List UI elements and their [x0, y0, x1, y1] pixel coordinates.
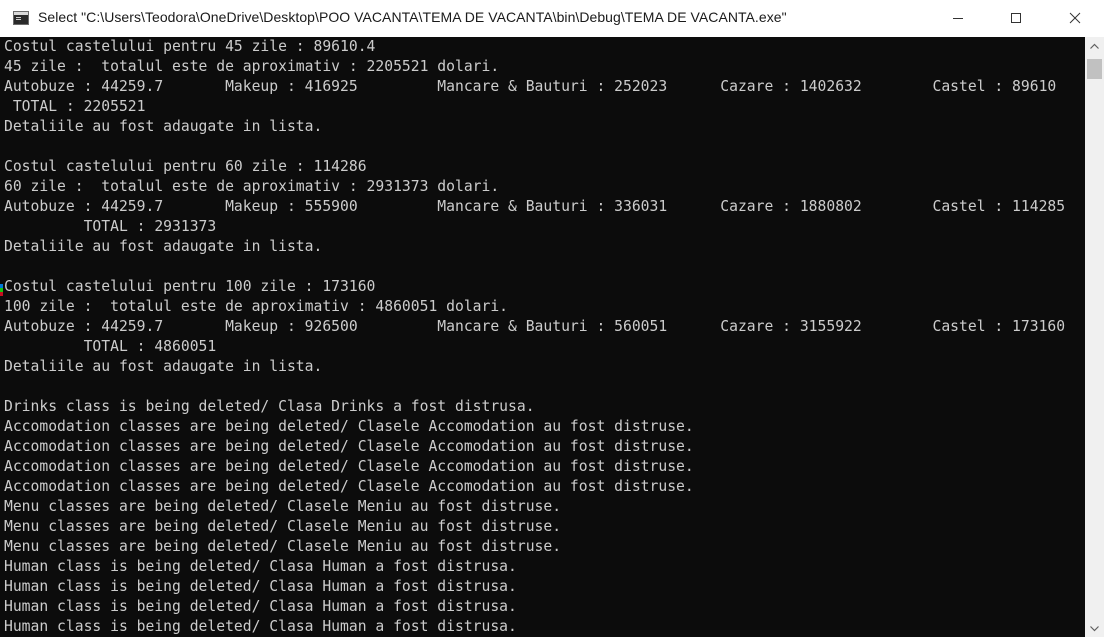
console-line: Accomodation classes are being deleted/ …	[4, 438, 694, 455]
console-line: TOTAL : 4860051	[4, 338, 217, 355]
maximize-icon	[1011, 13, 1021, 23]
close-button[interactable]	[1046, 0, 1104, 36]
console-line: Costul castelului pentru 45 zile : 89610…	[4, 38, 376, 55]
chevron-down-icon	[1090, 625, 1099, 631]
console-line: Accomodation classes are being deleted/ …	[4, 418, 694, 435]
console-window: Select "C:\Users\Teodora\OneDrive\Deskto…	[0, 0, 1104, 637]
console-line: Detaliile au fost adaugate in lista.	[4, 238, 323, 255]
console-line: 60 zile : totalul este de aproximativ : …	[4, 178, 500, 195]
console-line: Menu classes are being deleted/ Clasele …	[4, 538, 562, 555]
title-bar[interactable]: Select "C:\Users\Teodora\OneDrive\Deskto…	[0, 0, 1104, 37]
scroll-up-button[interactable]	[1085, 37, 1104, 54]
console-line: 100 zile : totalul este de aproximativ :…	[4, 298, 509, 315]
console-line: Detaliile au fost adaugate in lista.	[4, 118, 323, 135]
console-line: Accomodation classes are being deleted/ …	[4, 478, 694, 495]
vertical-scrollbar[interactable]	[1085, 37, 1104, 637]
console-line: Menu classes are being deleted/ Clasele …	[4, 498, 562, 515]
maximize-button[interactable]	[987, 0, 1045, 36]
console-line: Detaliile au fost adaugate in lista.	[4, 358, 323, 375]
console-line: Menu classes are being deleted/ Clasele …	[4, 518, 562, 535]
console-line: TOTAL : 2205521	[4, 98, 146, 115]
window-title: Select "C:\Users\Teodora\OneDrive\Deskto…	[38, 9, 787, 25]
console-line: TOTAL : 2931373	[4, 218, 217, 235]
selection-marks	[0, 284, 3, 296]
console-app-icon[interactable]	[13, 11, 29, 25]
chevron-up-icon	[1090, 43, 1099, 49]
close-icon	[1069, 12, 1081, 24]
console-line: Drinks class is being deleted/ Clasa Dri…	[4, 398, 535, 415]
console-line: Costul castelului pentru 60 zile : 11428…	[4, 158, 367, 175]
console-line: Costul castelului pentru 100 zile : 1731…	[4, 278, 376, 295]
console-line: Autobuze : 44259.7 Makeup : 416925 Manca…	[4, 78, 1057, 95]
console-line: Autobuze : 44259.7 Makeup : 926500 Manca…	[4, 318, 1066, 335]
console-line: Human class is being deleted/ Clasa Huma…	[4, 618, 517, 635]
console-text: Costul castelului pentru 45 zile : 89610…	[4, 37, 1065, 637]
minimize-button[interactable]	[929, 0, 987, 36]
console-line: Human class is being deleted/ Clasa Huma…	[4, 578, 517, 595]
console-output[interactable]: Costul castelului pentru 45 zile : 89610…	[0, 37, 1085, 637]
minimize-icon	[953, 18, 963, 19]
console-line: 45 zile : totalul este de aproximativ : …	[4, 58, 500, 75]
scroll-down-button[interactable]	[1085, 620, 1104, 637]
red-mark	[0, 292, 3, 296]
console-line: Autobuze : 44259.7 Makeup : 555900 Manca…	[4, 198, 1066, 215]
console-line: Human class is being deleted/ Clasa Huma…	[4, 598, 517, 615]
scrollbar-thumb[interactable]	[1087, 59, 1102, 79]
console-line: Accomodation classes are being deleted/ …	[4, 458, 694, 475]
console-line: Human class is being deleted/ Clasa Huma…	[4, 558, 517, 575]
